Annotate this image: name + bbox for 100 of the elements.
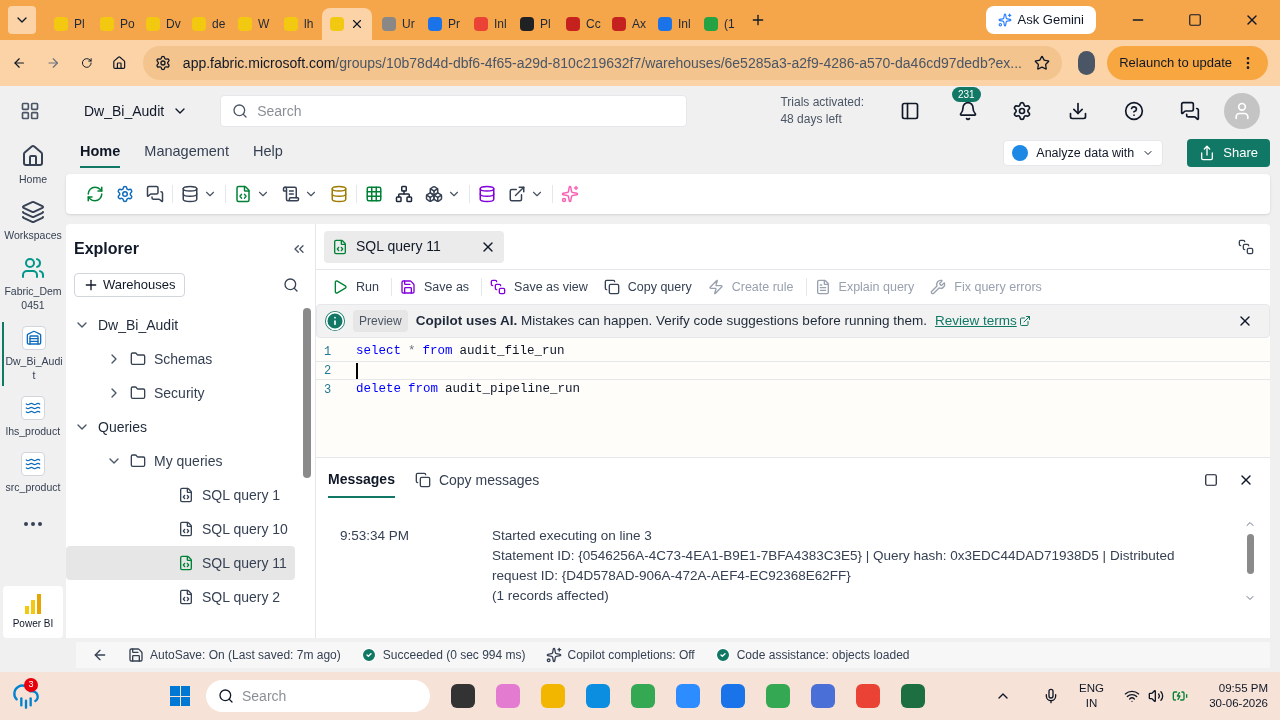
feedback-icon[interactable]: [1180, 101, 1200, 121]
toolbar-button[interactable]: [181, 185, 217, 203]
browser-tab[interactable]: Inl: [466, 8, 510, 40]
browser-tab[interactable]: Cc: [558, 8, 602, 40]
settings-icon[interactable]: [1012, 101, 1032, 121]
app-label: Power BI: [12, 618, 54, 630]
tree-item[interactable]: Schemas: [66, 342, 295, 376]
tree-item[interactable]: SQL query 1: [66, 478, 295, 512]
toolbar-button[interactable]: Save as view: [482, 277, 596, 297]
tree-item[interactable]: Queries: [66, 410, 295, 444]
sql-file-icon: [178, 487, 194, 503]
close-icon[interactable]: [350, 17, 364, 31]
mic-icon[interactable]: [1043, 688, 1059, 704]
browser-tab[interactable]: W: [230, 8, 274, 40]
browser-tab[interactable]: Po: [92, 8, 136, 40]
bookmark-star-icon[interactable]: [1033, 55, 1050, 71]
toolbar-button[interactable]: [425, 185, 461, 203]
taskbar-search-field[interactable]: Search: [206, 680, 430, 712]
toolbar-button[interactable]: [395, 185, 413, 203]
volume-icon[interactable]: [1147, 688, 1164, 704]
editor-tab[interactable]: SQL query 11: [324, 230, 504, 263]
wifi-icon[interactable]: [1123, 688, 1140, 704]
taskbar-app-icon[interactable]: [901, 684, 925, 708]
relaunch-button[interactable]: Relaunch to update: [1107, 46, 1268, 80]
rail-item[interactable]: Workspaces: [2, 196, 64, 246]
plus-icon: [83, 277, 99, 293]
copy-messages-button[interactable]: Copy messages: [414, 469, 540, 491]
sparkle-icon: [561, 185, 579, 203]
copy-icon[interactable]: [1238, 238, 1254, 255]
share-button[interactable]: Share: [1187, 139, 1270, 167]
back-icon[interactable]: [92, 647, 108, 663]
toolbar-button[interactable]: Run: [324, 277, 392, 297]
search-field[interactable]: Search: [220, 95, 688, 127]
tree-item[interactable]: SQL query 10: [66, 512, 295, 546]
add-warehouse-button[interactable]: Warehouses: [74, 273, 185, 297]
save-icon: [128, 647, 144, 663]
panel-title: Explorer: [74, 239, 139, 259]
review-terms-link[interactable]: Review terms: [934, 310, 1031, 332]
tree-item[interactable]: SQL query 2: [66, 580, 295, 614]
ask-gemini-button[interactable]: Ask Gemini: [985, 6, 1096, 34]
code-editor[interactable]: 1 select * from audit_file_run 2 3 delete from audit_pipeline_run: [316, 338, 1270, 458]
site-settings-icon[interactable]: [154, 55, 171, 71]
taskbar-app-icon[interactable]: [451, 684, 475, 708]
browser-tab[interactable]: Pl: [46, 8, 90, 40]
browser-tab[interactable]: Inl: [650, 8, 694, 40]
tree-item[interactable]: Security: [66, 376, 295, 410]
tree-item[interactable]: SQL query 11: [66, 546, 295, 580]
toolbar-button[interactable]: [508, 185, 544, 203]
tab-title: (1: [724, 16, 735, 33]
settings-icon: [116, 185, 134, 203]
search-icon[interactable]: [283, 277, 299, 293]
browser-tab[interactable]: lh: [276, 8, 320, 40]
start-icon[interactable]: [170, 686, 190, 706]
power-bi-button[interactable]: Power BI: [3, 586, 63, 638]
new-tab-icon[interactable]: [750, 12, 766, 28]
app-launcher-icon[interactable]: [20, 101, 40, 121]
rail-item[interactable]: lhs_product: [2, 392, 64, 442]
browser-tab[interactable]: Dv: [138, 8, 182, 40]
workspace-menu[interactable]: Dw_Bi_Audit: [84, 100, 189, 122]
rail-item[interactable]: Dw_Bi_Audit: [2, 322, 64, 386]
weather-icon[interactable]: [12, 682, 40, 710]
browser-tab[interactable]: Pr: [420, 8, 464, 40]
menu-tab[interactable]: Home: [80, 138, 121, 168]
rail-item[interactable]: Fabric_Dem0451: [2, 252, 64, 316]
toolbar-button[interactable]: Save as: [391, 277, 483, 297]
address-field[interactable]: app.fabric.microsoft.com/groups/10b78d4d-dbf6-4f65-a29d-810c219632f7/warehouses/6e5285a3-a2f9-4286-a570-da46cd97dedb?ex...: [142, 46, 1062, 80]
people-icon: [21, 256, 45, 280]
toolbar-button[interactable]: [146, 185, 164, 203]
toolbar-button[interactable]: [282, 185, 318, 203]
browser-tab[interactable]: (1: [696, 8, 740, 40]
browser-tab[interactable]: de: [184, 8, 228, 40]
restore-icon[interactable]: [1188, 13, 1202, 27]
help-icon[interactable]: [1124, 101, 1144, 121]
messages-tab[interactable]: Messages: [328, 462, 395, 498]
clock[interactable]: 09:55 PM 30-06-2026: [1209, 681, 1268, 711]
language-indicator[interactable]: ENG IN: [1079, 681, 1104, 711]
tab-title: Pl: [74, 16, 85, 33]
tree-item[interactable]: Dw_Bi_Audit: [66, 308, 295, 342]
battery-icon[interactable]: [1171, 688, 1188, 704]
browser-tab[interactable]: Pl: [512, 8, 556, 40]
tab-list-button[interactable]: [8, 6, 36, 34]
info-icon: [325, 311, 345, 331]
toolbar-button[interactable]: Copy query: [595, 277, 700, 297]
menu-tab[interactable]: Help: [252, 138, 283, 168]
maximize-icon[interactable]: [1204, 473, 1218, 487]
bell-icon[interactable]: [958, 101, 978, 121]
tab-title: Inl: [494, 16, 507, 33]
tab-title: Pl: [540, 16, 551, 33]
browser-tab[interactable]: Ax: [604, 8, 648, 40]
rail-item[interactable]: src_product: [2, 448, 64, 498]
panel-icon[interactable]: [900, 101, 920, 121]
check-icon: [714, 647, 731, 663]
toolbar-button[interactable]: [478, 185, 496, 203]
download-icon[interactable]: [1068, 101, 1088, 121]
tree-item[interactable]: My queries: [66, 444, 295, 478]
rail-item[interactable]: Home: [2, 140, 64, 190]
browser-tab[interactable]: Ur: [374, 8, 418, 40]
menu-tab[interactable]: Management: [144, 138, 229, 168]
reload-icon[interactable]: [80, 55, 93, 71]
analyze-button[interactable]: Analyze data with: [1003, 140, 1164, 166]
